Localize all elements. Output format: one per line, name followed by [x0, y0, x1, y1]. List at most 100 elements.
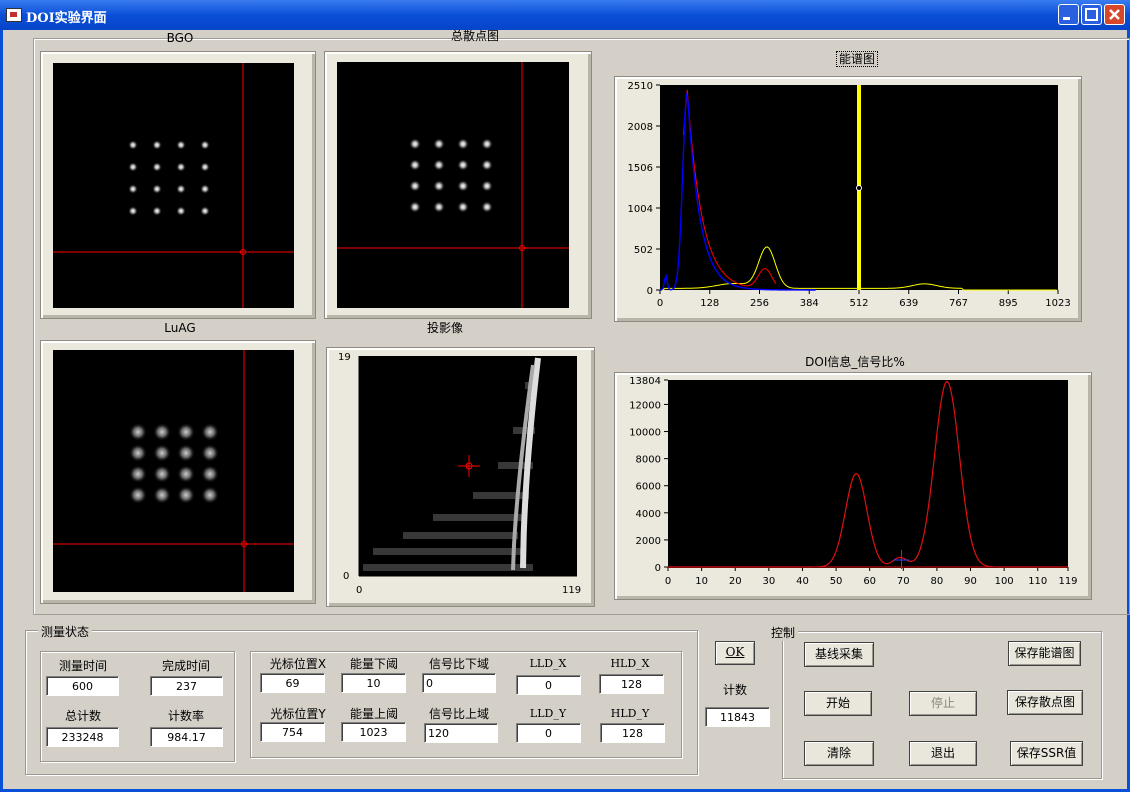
doi-y-tick: 0 [655, 563, 661, 574]
crystal-dot [409, 201, 421, 213]
projection-band [473, 492, 529, 499]
spectrum-label[interactable]: 能谱图 [822, 50, 892, 67]
doi-y-tick: 13804 [629, 376, 661, 387]
baseline-button[interactable]: 基线采集 [804, 642, 874, 667]
crystal-dot [176, 184, 186, 194]
crystal-dot [153, 486, 171, 504]
spectrum-y-tick: 1506 [628, 163, 653, 174]
crystal-dot [433, 201, 445, 213]
projection-label: 投影像 [426, 321, 463, 335]
app-icon [6, 8, 22, 22]
doi-x-tick: 60 [863, 576, 876, 587]
crystal-dot [177, 444, 195, 462]
projection-band [373, 548, 523, 555]
crystal-dot [200, 184, 210, 194]
hld-x-field[interactable]: 128 [599, 674, 664, 694]
spectrum-plot[interactable]: 2510 2008 1506 1004 502 0 0 128 256 384 512 639 767… [616, 78, 1076, 316]
status-group-title: 测量状态 [38, 623, 93, 640]
crystal-dot [457, 180, 469, 192]
doi-plot[interactable]: 13804 12000 10000 8000 6000 4000 2000 0 0 10 20 30… [616, 373, 1086, 595]
window-frame-left [0, 30, 3, 792]
crystal-dot [128, 140, 138, 150]
crystal-dot [201, 465, 219, 483]
save-ssr-button[interactable]: 保存SSR值 [1010, 741, 1083, 766]
proj-x-tick-min: 0 [356, 585, 362, 596]
hld-x-label: HLD_X [610, 657, 650, 670]
doi-x-tick: 50 [830, 576, 843, 587]
crystal-dot [176, 140, 186, 150]
doi-x-tick: 90 [964, 576, 977, 587]
doi-y-tick: 10000 [629, 428, 661, 439]
bgo-image[interactable] [53, 63, 294, 308]
doi-x-tick: 80 [931, 576, 944, 587]
count-label: 计数 [722, 683, 747, 697]
energy-high-field[interactable]: 1023 [341, 722, 406, 742]
window-title: DOI实验界面 [26, 11, 107, 26]
proj-x-tick-max: 119 [562, 585, 581, 596]
scatter-label: 总散点图 [450, 29, 499, 43]
start-button[interactable]: 开始 [804, 691, 872, 716]
total-count-label: 总计数 [64, 709, 101, 723]
crystal-dot [457, 201, 469, 213]
close-button[interactable] [1104, 4, 1125, 25]
spectrum-y-tick: 502 [634, 245, 653, 256]
lld-x-field[interactable]: 0 [516, 675, 581, 695]
doi-x-tick: 110 [1028, 576, 1047, 587]
doi-y-tick: 4000 [636, 509, 661, 520]
crystal-dot [201, 486, 219, 504]
stop-button[interactable]: 停止 [909, 691, 977, 716]
crystal-dot [481, 180, 493, 192]
done-time-field[interactable]: 237 [150, 676, 223, 696]
crystal-dot [152, 184, 162, 194]
ok-button[interactable]: OK [715, 641, 755, 665]
lld-y-label: LLD_Y [529, 707, 567, 720]
ratio-low-label: 信号比下域 [428, 657, 489, 671]
doi-x-tick: 40 [796, 576, 809, 587]
cursor-x-field[interactable]: 69 [260, 673, 325, 693]
done-time-label: 完成时间 [161, 659, 210, 673]
measure-time-field[interactable]: 600 [46, 676, 119, 696]
crystal-dot [128, 206, 138, 216]
crystal-dot [457, 138, 469, 150]
minimize-button[interactable] [1058, 4, 1079, 25]
crystal-dot [200, 140, 210, 150]
hld-y-field[interactable]: 128 [600, 723, 665, 743]
ratio-high-field[interactable]: 120 [424, 723, 498, 743]
doi-y-tick: 2000 [636, 536, 661, 547]
maximize-button[interactable] [1081, 4, 1102, 25]
count-rate-field[interactable]: 984.17 [150, 727, 223, 747]
spectrum-x-tick: 0 [657, 298, 663, 309]
lld-y-field[interactable]: 0 [516, 723, 581, 743]
scatter-image[interactable] [337, 62, 569, 308]
crystal-dot [129, 486, 147, 504]
measure-time-label: 测量时间 [58, 659, 107, 673]
total-count-field[interactable]: 233248 [46, 727, 119, 747]
exit-button[interactable]: 退出 [909, 741, 977, 766]
luag-image[interactable] [53, 350, 294, 592]
save-scatter-button[interactable]: 保存散点图 [1007, 690, 1083, 715]
spectrum-x-tick: 128 [700, 298, 719, 309]
crystal-dot [177, 465, 195, 483]
spectrum-cursor-point [856, 185, 862, 191]
spectrum-y-tick: 1004 [628, 204, 653, 215]
crystal-dot [152, 206, 162, 216]
spectrum-y-tick: 2008 [628, 122, 653, 133]
crystal-dot [177, 423, 195, 441]
crystal-dot [481, 159, 493, 171]
ratio-low-field[interactable]: 0 [422, 673, 496, 693]
count-field[interactable]: 11843 [705, 707, 770, 727]
crystal-dot [433, 180, 445, 192]
save-spectrum-button[interactable]: 保存能谱图 [1008, 641, 1081, 666]
doi-x-tick: 20 [729, 576, 742, 587]
cursor-y-label: 光标位置Y [270, 707, 326, 721]
hld-y-label: HLD_Y [610, 707, 650, 720]
cursor-y-field[interactable]: 754 [260, 722, 325, 742]
title-bar [0, 0, 1130, 30]
projection-plot[interactable]: 19 0 0 119 [333, 348, 591, 598]
projection-band [403, 532, 518, 539]
energy-low-field[interactable]: 10 [341, 673, 406, 693]
clear-button[interactable]: 清除 [804, 741, 874, 766]
crystal-dot [433, 138, 445, 150]
ratio-high-label: 信号比上域 [428, 707, 489, 721]
projection-band [433, 514, 525, 521]
